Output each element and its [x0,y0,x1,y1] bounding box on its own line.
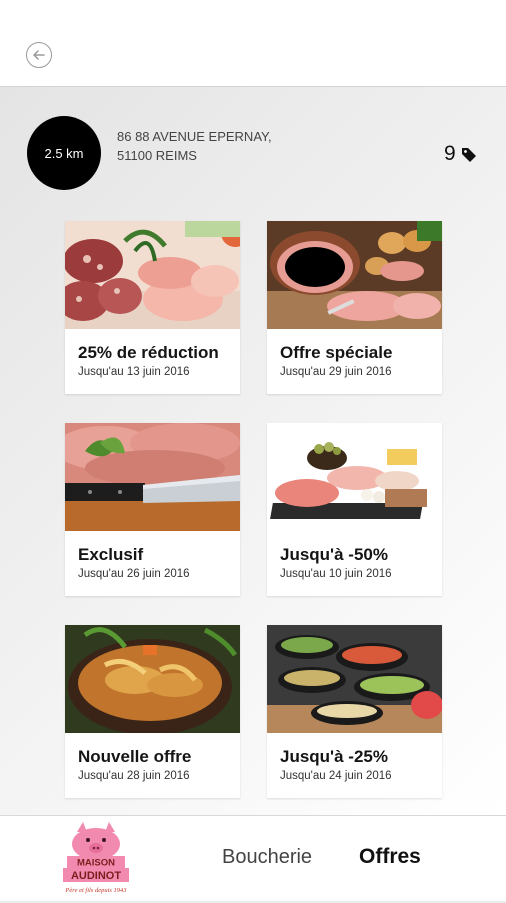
offer-date: Jusqu'au 28 juin 2016 [78,770,190,782]
distance-label: 2.5 km [44,145,84,161]
offer-title: Jusqu'à -25% [280,747,388,766]
offer-card[interactable]: Jusqu'à -25% Jusqu'au 24 juin 2016 [267,625,442,798]
offer-title: Jusqu'à -50% [280,545,388,564]
offer-card[interactable]: 25% de réduction Jusqu'au 13 juin 2016 [65,221,240,394]
offer-count-number: 9 [444,142,456,165]
offer-image [267,625,442,733]
pig-logo-icon: MAISON AUDINOT Père et fils depuis 1943 [63,822,129,894]
offer-title: Offre spéciale [280,343,393,362]
tag-icon [461,148,476,162]
offer-image [65,423,240,531]
offer-card[interactable]: Exclusif Jusqu'au 26 juin 2016 [65,423,240,596]
offer-image [267,221,442,329]
offer-card[interactable]: Jusqu'à -50% Jusqu'au 10 juin 2016 [267,423,442,596]
offer-card[interactable]: Offre spéciale Jusqu'au 29 juin 2016 [267,221,442,394]
offer-image [65,221,240,329]
back-button[interactable] [26,42,52,68]
arrow-left-icon [33,50,45,60]
address-line-2: 51100 REIMS [117,148,197,163]
maison-audinot-logo[interactable]: MAISON AUDINOT Père et fils depuis 1943 [57,820,135,898]
offer-date: Jusqu'au 10 juin 2016 [280,568,392,580]
offer-title: Nouvelle offre [78,747,192,766]
offer-card[interactable]: Nouvelle offre Jusqu'au 28 juin 2016 [65,625,240,798]
offer-count: 9 [444,142,478,166]
svg-text:MAISON: MAISON [77,858,115,869]
svg-text:AUDINOT: AUDINOT [71,870,121,882]
offer-image [267,423,442,531]
store-address: 86 88 AVENUE EPERNAY, 51100 REIMS [117,127,272,165]
distance-badge: 2.5 km [27,116,101,190]
offer-date: Jusqu'au 26 juin 2016 [78,568,190,580]
top-bar [0,0,506,87]
offer-date: Jusqu'au 24 juin 2016 [280,770,392,782]
offer-date: Jusqu'au 13 juin 2016 [78,366,190,378]
tab-boucherie[interactable]: Boucherie [222,846,312,869]
svg-text:Père et fils depuis 1943: Père et fils depuis 1943 [64,887,127,894]
tab-offres[interactable]: Offres [359,845,421,869]
offer-date: Jusqu'au 29 juin 2016 [280,366,392,378]
offer-title: 25% de réduction [78,343,219,362]
offer-title: Exclusif [78,545,144,564]
offer-image [65,625,240,733]
address-line-1: 86 88 AVENUE EPERNAY, [117,129,272,144]
